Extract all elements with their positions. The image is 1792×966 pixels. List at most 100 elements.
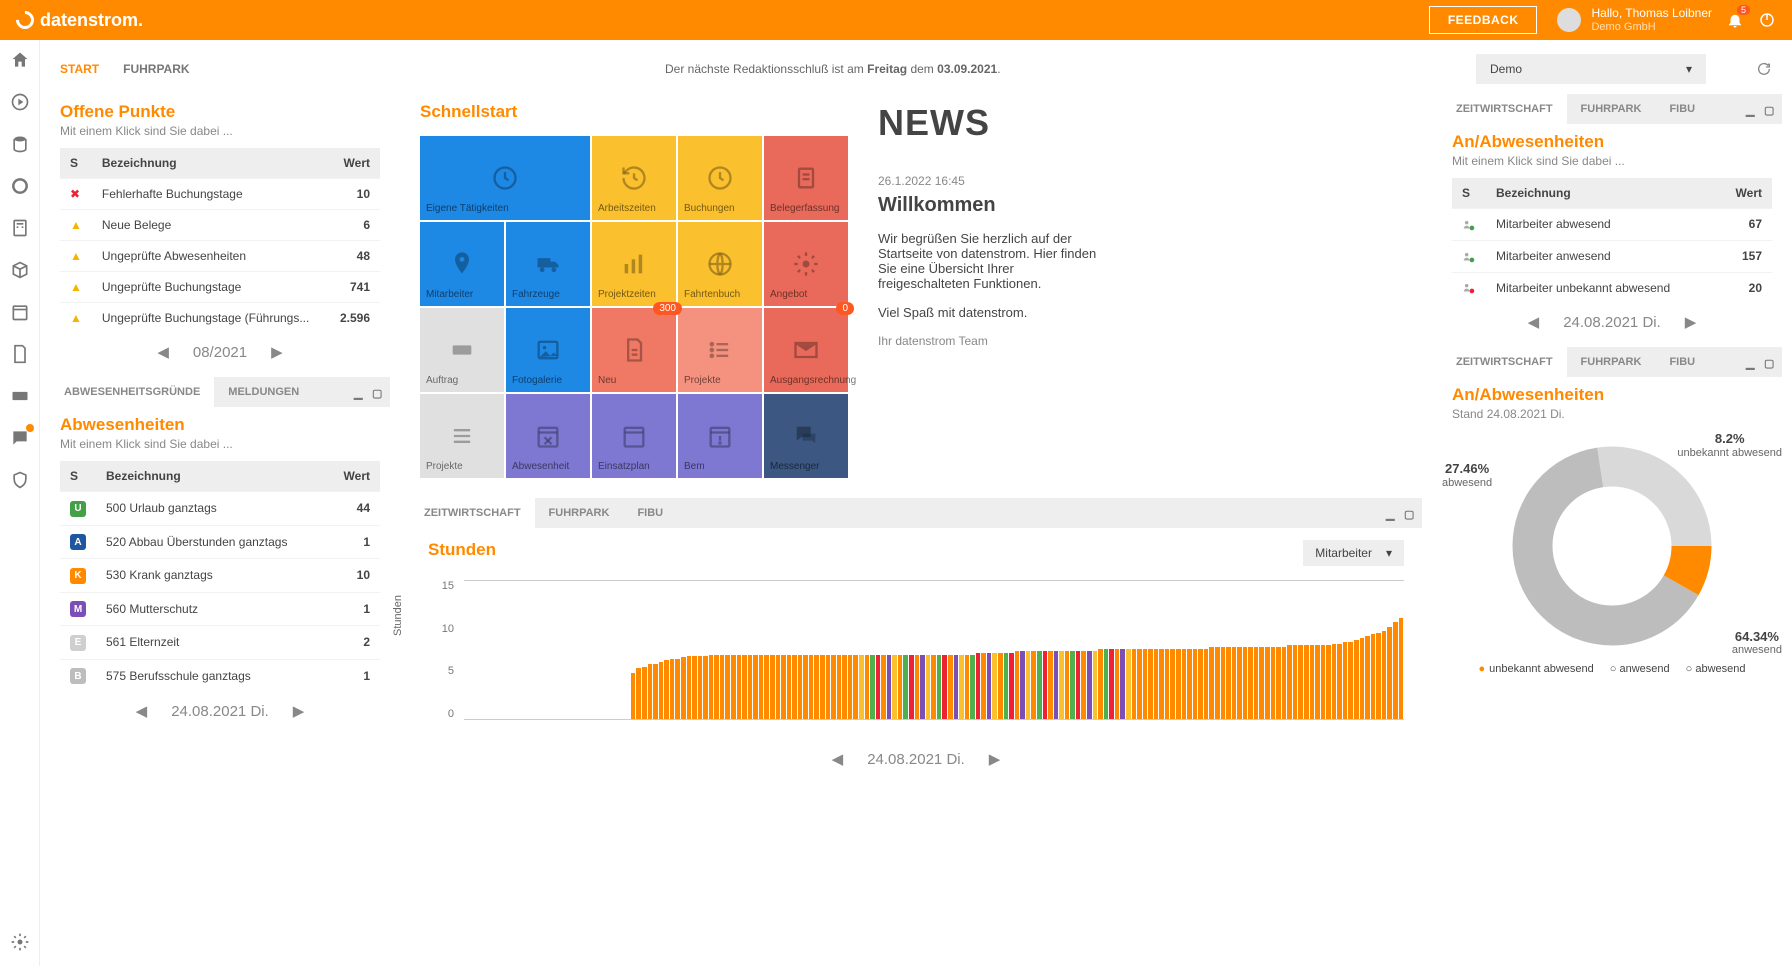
chart-bar — [787, 655, 792, 719]
tile-fahrtenbuch[interactable]: Fahrtenbuch — [678, 222, 762, 306]
chart-bar — [1009, 653, 1014, 719]
abwesenheiten-panel: Abwesenheiten Mit einem Klick sind Sie d… — [50, 407, 390, 724]
feedback-button[interactable]: FEEDBACK — [1429, 6, 1538, 34]
user-menu[interactable]: Hallo, Thomas Loibner Demo GmbH — [1557, 7, 1712, 32]
chart-bar — [1182, 649, 1187, 719]
table-row[interactable]: Mitarbeiter abwesend67 — [1452, 209, 1772, 241]
chart-bar — [1204, 649, 1209, 719]
tile-auftrag[interactable]: Auftrag — [420, 308, 504, 392]
table-row[interactable]: U500 Urlaub ganztags44 — [60, 492, 380, 526]
pager-next[interactable]: ▶ — [989, 750, 1001, 768]
table-row[interactable]: K530 Krank ganztags10 — [60, 559, 380, 593]
table-row[interactable]: ▲Ungeprüfte Abwesenheiten48 — [60, 241, 380, 272]
panel-max-icon[interactable]: ▢ — [372, 387, 382, 397]
table-row[interactable]: Mitarbeiter anwesend157 — [1452, 240, 1772, 272]
tab-fibu[interactable]: FIBU — [1655, 94, 1709, 124]
table-row[interactable]: A520 Abbau Überstunden ganztags1 — [60, 525, 380, 559]
nav-analytics-icon[interactable] — [10, 176, 30, 196]
scope-selector[interactable]: Demo ▾ — [1476, 54, 1706, 84]
refresh-button[interactable] — [1756, 61, 1772, 77]
tab-fuhrpark2[interactable]: FUHRPARK — [535, 498, 624, 528]
table-row[interactable]: ▲Neue Belege6 — [60, 210, 380, 241]
tab-fibu[interactable]: FIBU — [1655, 347, 1709, 377]
schnellstart-tiles: Eigene TätigkeitenArbeitszeitenBuchungen… — [420, 136, 848, 478]
chart-bar — [770, 655, 775, 719]
tile-projekte[interactable]: Projekte — [420, 394, 504, 478]
panel-min-icon[interactable]: ▁ — [1746, 357, 1756, 367]
panel-min-icon[interactable]: ▁ — [354, 387, 364, 397]
tab-fuhrpark[interactable]: FUHRPARK — [1567, 94, 1656, 124]
tile-projekte[interactable]: Projekte — [678, 308, 762, 392]
chart-bar — [1154, 649, 1159, 719]
panel-max-icon[interactable]: ▢ — [1404, 508, 1414, 518]
panel-min-icon[interactable]: ▁ — [1746, 104, 1756, 114]
nav-play-icon[interactable] — [10, 92, 30, 112]
tile-einsatzplan[interactable]: Einsatzplan — [592, 394, 676, 478]
news-team: Ihr datenstrom Team — [878, 334, 1402, 348]
pager-next[interactable]: ▶ — [271, 343, 283, 361]
table-row[interactable]: ▲Ungeprüfte Buchungstage741 — [60, 272, 380, 303]
logout-button[interactable] — [1758, 11, 1776, 29]
tile-belegerfassung[interactable]: Belegerfassung — [764, 136, 848, 220]
tab-zeitwirtschaft[interactable]: ZEITWIRTSCHAFT — [410, 498, 535, 528]
tile-projektzeiten[interactable]: Projektzeiten — [592, 222, 676, 306]
status-badge: U — [70, 501, 86, 517]
pager-prev[interactable]: ◀ — [1528, 313, 1540, 331]
tab-fibu[interactable]: FIBU — [623, 498, 677, 528]
tile-abwesenheit[interactable]: Abwesenheit — [506, 394, 590, 478]
tile-arbeitszeiten[interactable]: Arbeitszeiten — [592, 136, 676, 220]
chart-bar — [659, 662, 664, 719]
nav-cube-icon[interactable] — [10, 260, 30, 280]
avatar-icon — [1557, 8, 1581, 32]
nav-calc-icon[interactable] — [10, 218, 30, 238]
tab-fuhrpark[interactable]: FUHRPARK — [1567, 347, 1656, 377]
tile-bem[interactable]: Bem — [678, 394, 762, 478]
tile-angebot[interactable]: Angebot — [764, 222, 848, 306]
chart-bar — [1276, 647, 1281, 719]
chart-bar — [1081, 651, 1086, 719]
nav-doc-icon[interactable] — [10, 344, 30, 364]
tile-fotogalerie[interactable]: Fotogalerie — [506, 308, 590, 392]
tile-neu[interactable]: 300Neu — [592, 308, 676, 392]
stunden-selector[interactable]: Mitarbeiter ▾ — [1303, 540, 1404, 566]
chart-bar — [1226, 647, 1231, 719]
tile-buchungen[interactable]: Buchungen — [678, 136, 762, 220]
nav-cal-icon[interactable] — [10, 302, 30, 322]
tab-fuhrpark[interactable]: FUHRPARK — [123, 62, 189, 76]
table-row[interactable]: E561 Elternzeit2 — [60, 626, 380, 660]
tile-messenger[interactable]: Messenger — [764, 394, 848, 478]
nav-db-icon[interactable] — [10, 134, 30, 154]
nav-home-icon[interactable] — [10, 50, 30, 70]
tab-start[interactable]: START — [60, 62, 99, 76]
panel-min-icon[interactable]: ▁ — [1386, 508, 1396, 518]
nav-messages-icon[interactable] — [10, 428, 30, 448]
chart-bar — [648, 664, 653, 719]
tile-ausgangsrechnung[interactable]: 0Ausgangsrechnung — [764, 308, 848, 392]
tab-meldungen[interactable]: MELDUNGEN — [214, 377, 313, 407]
pager-prev[interactable]: ◀ — [157, 343, 169, 361]
pager-next[interactable]: ▶ — [1685, 313, 1697, 331]
brand-logo[interactable]: datenstrom. — [16, 10, 143, 31]
tab-zeitwirtschaft[interactable]: ZEITWIRTSCHAFT — [1442, 94, 1567, 124]
table-row[interactable]: Mitarbeiter unbekannt abwesend20 — [1452, 272, 1772, 303]
panel-max-icon[interactable]: ▢ — [1764, 357, 1774, 367]
chart-bar — [1048, 651, 1053, 719]
notifications-button[interactable]: 5 — [1726, 11, 1744, 29]
tile-eigene-t-tigkeiten[interactable]: Eigene Tätigkeiten — [420, 136, 590, 220]
tile-fahrzeuge[interactable]: Fahrzeuge — [506, 222, 590, 306]
table-row[interactable]: ✖Fehlerhafte Buchungstage10 — [60, 179, 380, 210]
pager-prev[interactable]: ◀ — [136, 702, 148, 720]
nav-settings-icon[interactable] — [10, 932, 30, 952]
table-row[interactable]: M560 Mutterschutz1 — [60, 592, 380, 626]
tab-zeitwirtschaft[interactable]: ZEITWIRTSCHAFT — [1442, 347, 1567, 377]
table-row[interactable]: B575 Berufsschule ganztags1 — [60, 659, 380, 692]
chart-bar — [675, 659, 680, 719]
pager-next[interactable]: ▶ — [293, 702, 305, 720]
nav-film-icon[interactable] — [10, 386, 30, 406]
tab-abwesenheitsgruende[interactable]: ABWESENHEITSGRÜNDE — [50, 377, 214, 407]
nav-shield-icon[interactable] — [10, 470, 30, 490]
tile-mitarbeiter[interactable]: Mitarbeiter — [420, 222, 504, 306]
pager-prev[interactable]: ◀ — [832, 750, 844, 768]
table-row[interactable]: ▲Ungeprüfte Buchungstage (Führungs...2.5… — [60, 303, 380, 334]
panel-max-icon[interactable]: ▢ — [1764, 104, 1774, 114]
